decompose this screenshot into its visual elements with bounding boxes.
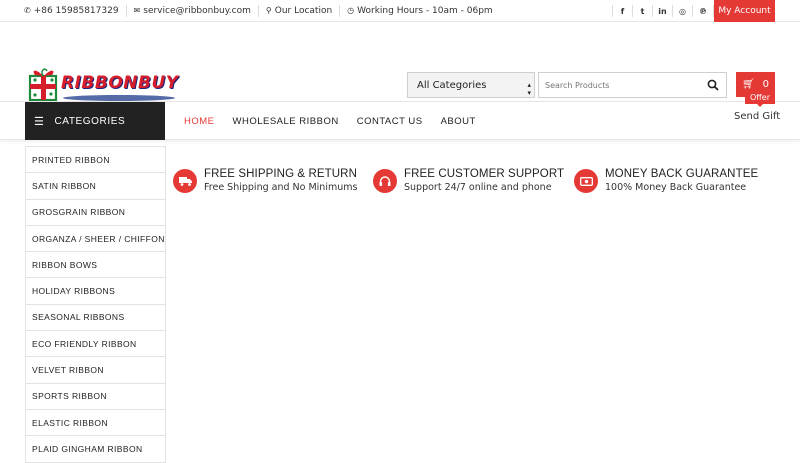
feature-title: MONEY BACK GUARANTEE xyxy=(605,168,759,180)
feature-desc: 100% Money Back Guarantee xyxy=(605,182,747,193)
category-item-ribbon-bows[interactable]: RIBBON BOWS xyxy=(26,251,165,277)
contact-info: ✆ +86 15985817329 ✉ service@ribbonbuy.co… xyxy=(0,4,500,17)
search-input[interactable] xyxy=(539,73,699,98)
location-label: Our Location xyxy=(274,5,333,16)
feature-title: FREE SHIPPING & RETURN xyxy=(204,168,357,180)
categories-label: CATEGORIES xyxy=(54,115,126,127)
category-item-printed-ribbon[interactable]: PRINTED RIBBON xyxy=(26,146,165,172)
category-item-velvet-ribbon[interactable]: VELVET RIBBON xyxy=(26,356,165,382)
phone-item[interactable]: ✆ +86 15985817329 xyxy=(24,4,127,17)
category-item-eco-friendly-ribbon[interactable]: ECO FRIENDLY RIBBON xyxy=(26,330,165,356)
header: RIBBONBUY All Categories ▴▾ 🛒︎ 0 xyxy=(0,22,800,104)
pinterest-icon[interactable]: ℗ xyxy=(692,5,714,17)
nav-wholesale-ribbon[interactable]: WHOLESALE RIBBON xyxy=(233,116,339,127)
category-select-value: All Categories xyxy=(417,79,487,91)
nav-menu: HOME WHOLESALE RIBBON CONTACT US ABOUT xyxy=(184,102,494,140)
shopping-cart-icon: 🛒︎ xyxy=(741,79,755,90)
offer-badge: Offer xyxy=(745,90,775,107)
category-item-grosgrain-ribbon[interactable]: GROSGRAIN RIBBON xyxy=(26,198,165,225)
hours-item: ◷ Working Hours - 10am - 06pm xyxy=(340,5,500,17)
category-item-seasonal-ribbons[interactable]: SEASONAL RIBBONS xyxy=(26,303,165,330)
working-hours: Working Hours - 10am - 06pm xyxy=(357,5,493,16)
category-item-organza[interactable]: ORGANZA / SHEER / CHIFFON xyxy=(26,224,165,251)
email-item[interactable]: ✉ service@ribbonbuy.com xyxy=(127,4,259,17)
envelope-icon: ✉ xyxy=(133,6,141,15)
money-icon xyxy=(574,169,598,193)
feature-money-back: MONEY BACK GUARANTEE 100% Money Back Gua… xyxy=(574,168,758,193)
category-item-holiday-ribbons[interactable]: HOLIDAY RIBBONS xyxy=(26,277,165,303)
site-logo[interactable]: RIBBONBUY xyxy=(25,62,179,104)
search-icon[interactable] xyxy=(707,79,719,91)
categories-toggle[interactable]: ☰ CATEGORIES xyxy=(25,102,165,140)
hamburger-icon: ☰ xyxy=(34,115,45,128)
nav-home[interactable]: HOME xyxy=(184,116,215,127)
feature-desc: Support 24/7 online and phone xyxy=(404,182,552,193)
clock-icon: ◷ xyxy=(347,6,355,15)
feature-title: FREE CUSTOMER SUPPORT xyxy=(404,168,565,180)
facebook-icon[interactable]: f xyxy=(612,5,632,17)
feature-free-shipping: FREE SHIPPING & RETURN Free Shipping and… xyxy=(173,168,357,193)
send-gift-link[interactable]: Send Gift xyxy=(734,111,780,122)
category-select[interactable]: All Categories ▴ ▾ xyxy=(407,72,535,98)
nav-contact-us[interactable]: CONTACT US xyxy=(357,116,423,127)
linkedin-icon[interactable]: in xyxy=(652,5,672,17)
category-list: PRINTED RIBBON SATIN RIBBON GROSGRAIN RI… xyxy=(25,146,166,463)
phone-number: +86 15985817329 xyxy=(33,5,119,16)
logo-text: RIBBONBUY xyxy=(61,73,179,93)
select-arrows-icon: ▴ ▾ xyxy=(527,81,531,97)
nav-about[interactable]: ABOUT xyxy=(441,116,476,127)
twitter-icon[interactable]: t xyxy=(632,5,652,17)
feature-desc: Free Shipping and No Minimums xyxy=(204,182,358,193)
category-item-satin-ribbon[interactable]: SATIN RIBBON xyxy=(26,172,165,198)
truck-icon xyxy=(173,169,197,193)
instagram-icon[interactable]: ◎ xyxy=(672,5,692,17)
category-item-plaid-gingham-ribbon[interactable]: PLAID GINGHAM RIBBON xyxy=(26,435,165,461)
search-box xyxy=(538,72,727,98)
phone-icon: ✆ xyxy=(24,6,31,15)
category-item-elastic-ribbon[interactable]: ELASTIC RIBBON xyxy=(26,408,165,435)
top-bar: ✆ +86 15985817329 ✉ service@ribbonbuy.co… xyxy=(0,0,800,22)
category-item-sports-ribbon[interactable]: SPORTS RIBBON xyxy=(26,382,165,409)
location-item[interactable]: ⚲ Our Location xyxy=(259,4,341,17)
map-marker-icon: ⚲ xyxy=(265,6,272,15)
feature-customer-support: FREE CUSTOMER SUPPORT Support 24/7 onlin… xyxy=(373,168,564,193)
my-account-button[interactable]: My Account xyxy=(714,0,775,22)
headset-icon xyxy=(373,169,397,193)
main-nav: ☰ CATEGORIES HOME WHOLESALE RIBBON CONTA… xyxy=(0,90,800,140)
gift-box-icon xyxy=(28,68,58,102)
social-links: f t in ◎ ℗ xyxy=(612,0,714,22)
email-address: service@ribbonbuy.com xyxy=(143,5,251,16)
cart-count: 0 xyxy=(762,79,770,90)
